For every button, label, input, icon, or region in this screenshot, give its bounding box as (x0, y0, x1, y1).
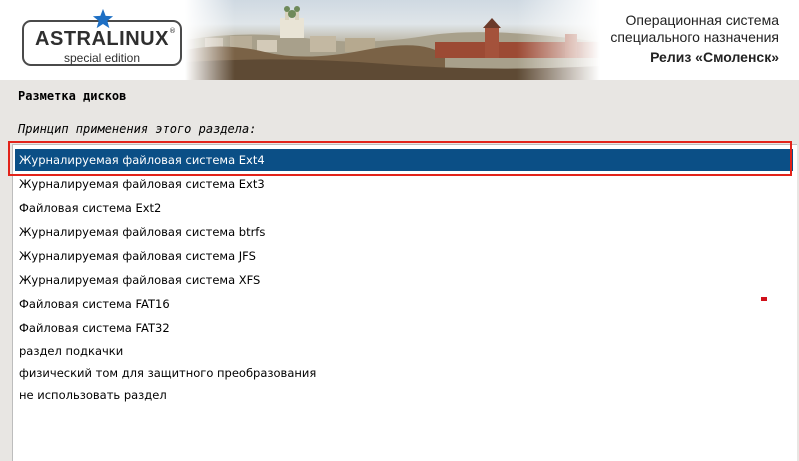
red-marker (761, 297, 767, 301)
smolensk-photo (185, 0, 600, 80)
installer-header: ASTRALINUX ® special edition Операционна… (0, 0, 799, 80)
option-xfs[interactable]: Журналируемая файловая система XFS (15, 269, 793, 291)
os-description-line1: Операционная система (625, 12, 779, 28)
os-description-line2: специального назначения (610, 29, 779, 45)
question-prompt: Принцип применения этого раздела: (18, 122, 257, 136)
option-ext2[interactable]: Файловая система Ext2 (15, 197, 793, 219)
option-encrypted-volume[interactable]: физический том для защитного преобразова… (15, 362, 793, 384)
option-swap[interactable]: раздел подкачки (15, 340, 793, 362)
star-icon (92, 8, 114, 29)
logo-subtitle: special edition (63, 51, 141, 65)
logo-registered-mark: ® (169, 27, 176, 35)
option-ext3[interactable]: Журналируемая файловая система Ext3 (15, 173, 793, 195)
option-ext4[interactable]: Журналируемая файловая система Ext4 (15, 149, 793, 171)
option-fat16[interactable]: Файловая система FAT16 (15, 293, 793, 315)
logo-title: ASTRALINUX (35, 28, 169, 50)
filesystem-option-list[interactable]: Журналируемая файловая система Ext4 Журн… (12, 144, 797, 461)
option-do-not-use[interactable]: не использовать раздел (15, 384, 793, 406)
city-skyline-image (185, 6, 600, 80)
option-jfs[interactable]: Журналируемая файловая система JFS (15, 245, 793, 267)
release-info: Операционная система специального назнач… (610, 12, 779, 67)
release-name: Релиз «Смоленск» (650, 49, 779, 65)
option-btrfs[interactable]: Журналируемая файловая система btrfs (15, 221, 793, 243)
page-title: Разметка дисков (18, 89, 127, 103)
option-fat32[interactable]: Файловая система FAT32 (15, 317, 793, 339)
